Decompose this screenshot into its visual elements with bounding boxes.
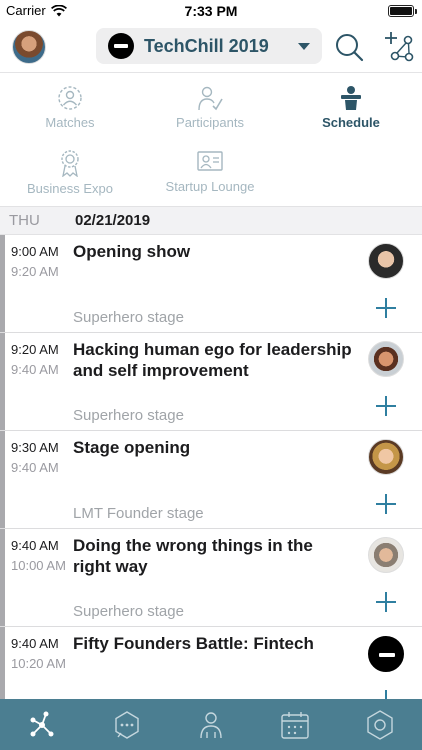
day-of-week: THU	[9, 212, 40, 229]
event-name: TechChill 2019	[144, 35, 269, 56]
tab-settings[interactable]	[338, 699, 422, 750]
nav-participants[interactable]: Participants	[140, 85, 280, 130]
speaker-logo-icon[interactable]	[368, 636, 404, 672]
chevron-down-icon	[298, 43, 310, 50]
session-row[interactable]: 9:30 AM 9:40 AM Stage opening LMT Founde…	[0, 431, 422, 529]
speaker-avatar[interactable]	[368, 243, 404, 279]
nav-label: Schedule	[322, 115, 380, 130]
session-bar	[0, 529, 5, 626]
expo-badge-icon	[61, 150, 79, 177]
tab-people[interactable]	[169, 699, 253, 750]
chat-icon	[114, 710, 139, 739]
network-icon	[30, 711, 54, 736]
session-title: Stage opening	[73, 438, 191, 457]
event-selector[interactable]: TechChill 2019	[96, 28, 322, 64]
session-end-time: 9:40 AM	[11, 460, 59, 475]
add-session-button[interactable]	[376, 494, 396, 514]
session-row[interactable]: 9:00 AM 9:20 AM Opening show Superhero s…	[0, 235, 422, 333]
nav-startup-lounge[interactable]: Startup Lounge	[140, 149, 280, 194]
session-end-time: 10:20 AM	[11, 656, 66, 671]
participants-icon	[198, 86, 223, 111]
nav-schedule[interactable]: Schedule	[281, 85, 421, 130]
session-end-time: 9:20 AM	[11, 264, 59, 279]
schedule-icon	[341, 86, 361, 110]
speaker-avatar[interactable]	[368, 439, 404, 475]
matches-icon	[58, 86, 82, 110]
session-location: Superhero stage	[73, 309, 184, 326]
nav-label: Business Expo	[27, 181, 113, 196]
session-title: Opening show	[73, 242, 191, 261]
nav-matches[interactable]: Matches	[0, 85, 140, 130]
add-session-button[interactable]	[376, 592, 396, 612]
tab-bar	[0, 699, 422, 750]
session-start-time: 9:30 AM	[11, 440, 59, 455]
session-title: Doing the wrong things in the right way	[73, 536, 313, 576]
session-bar	[0, 627, 5, 699]
add-session-button[interactable]	[376, 298, 396, 318]
session-bar	[0, 333, 5, 430]
clock: 7:33 PM	[184, 3, 238, 19]
people-icon	[200, 711, 222, 738]
session-end-time: 10:00 AM	[11, 558, 66, 573]
session-bar	[0, 235, 5, 332]
nav-business-expo[interactable]: Business Expo	[0, 149, 140, 196]
calendar-icon	[281, 711, 310, 739]
session-start-time: 9:20 AM	[11, 342, 59, 357]
session-row[interactable]: 9:40 AM 10:20 AM Fifty Founders Battle: …	[0, 627, 422, 699]
status-bar: Carrier 7:33 PM	[0, 0, 422, 22]
connect-icon[interactable]	[384, 30, 414, 62]
session-start-time: 9:40 AM	[11, 538, 59, 553]
speaker-avatar[interactable]	[368, 537, 404, 573]
battery-icon	[388, 5, 417, 17]
nav-label: Matches	[45, 115, 95, 130]
session-bar	[0, 431, 5, 528]
session-row[interactable]: 9:40 AM 10:00 AM Doing the wrong things …	[0, 529, 422, 627]
add-session-button[interactable]	[376, 396, 396, 416]
tab-calendar[interactable]	[253, 699, 337, 750]
session-start-time: 9:00 AM	[11, 244, 59, 259]
nav-label: Startup Lounge	[165, 179, 255, 194]
add-session-button[interactable]	[376, 690, 396, 699]
tab-chat[interactable]	[84, 699, 168, 750]
session-location: Superhero stage	[73, 407, 184, 424]
session-title: Hacking human ego for leadership and sel…	[73, 340, 352, 380]
speaker-avatar[interactable]	[368, 341, 404, 377]
date-header: THU 02/21/2019	[0, 206, 422, 235]
session-title: Fifty Founders Battle: Fintech	[73, 634, 314, 653]
session-row[interactable]: 9:20 AM 9:40 AM Hacking human ego for le…	[0, 333, 422, 431]
tab-network[interactable]	[0, 699, 84, 750]
schedule-list[interactable]: 9:00 AM 9:20 AM Opening show Superhero s…	[0, 235, 422, 699]
session-location: Superhero stage	[73, 603, 184, 620]
user-avatar[interactable]	[12, 30, 46, 64]
lounge-icon	[197, 151, 223, 171]
section-nav: Matches Participants Schedule Business E…	[0, 72, 422, 206]
top-bar: TechChill 2019	[0, 22, 422, 72]
session-start-time: 9:40 AM	[11, 636, 59, 651]
date-value: 02/21/2019	[75, 212, 151, 229]
event-logo-icon	[108, 33, 134, 59]
session-end-time: 9:40 AM	[11, 362, 59, 377]
nav-label: Participants	[176, 115, 244, 130]
settings-icon	[367, 709, 393, 740]
search-icon[interactable]	[334, 32, 364, 62]
session-location: LMT Founder stage	[73, 505, 204, 522]
